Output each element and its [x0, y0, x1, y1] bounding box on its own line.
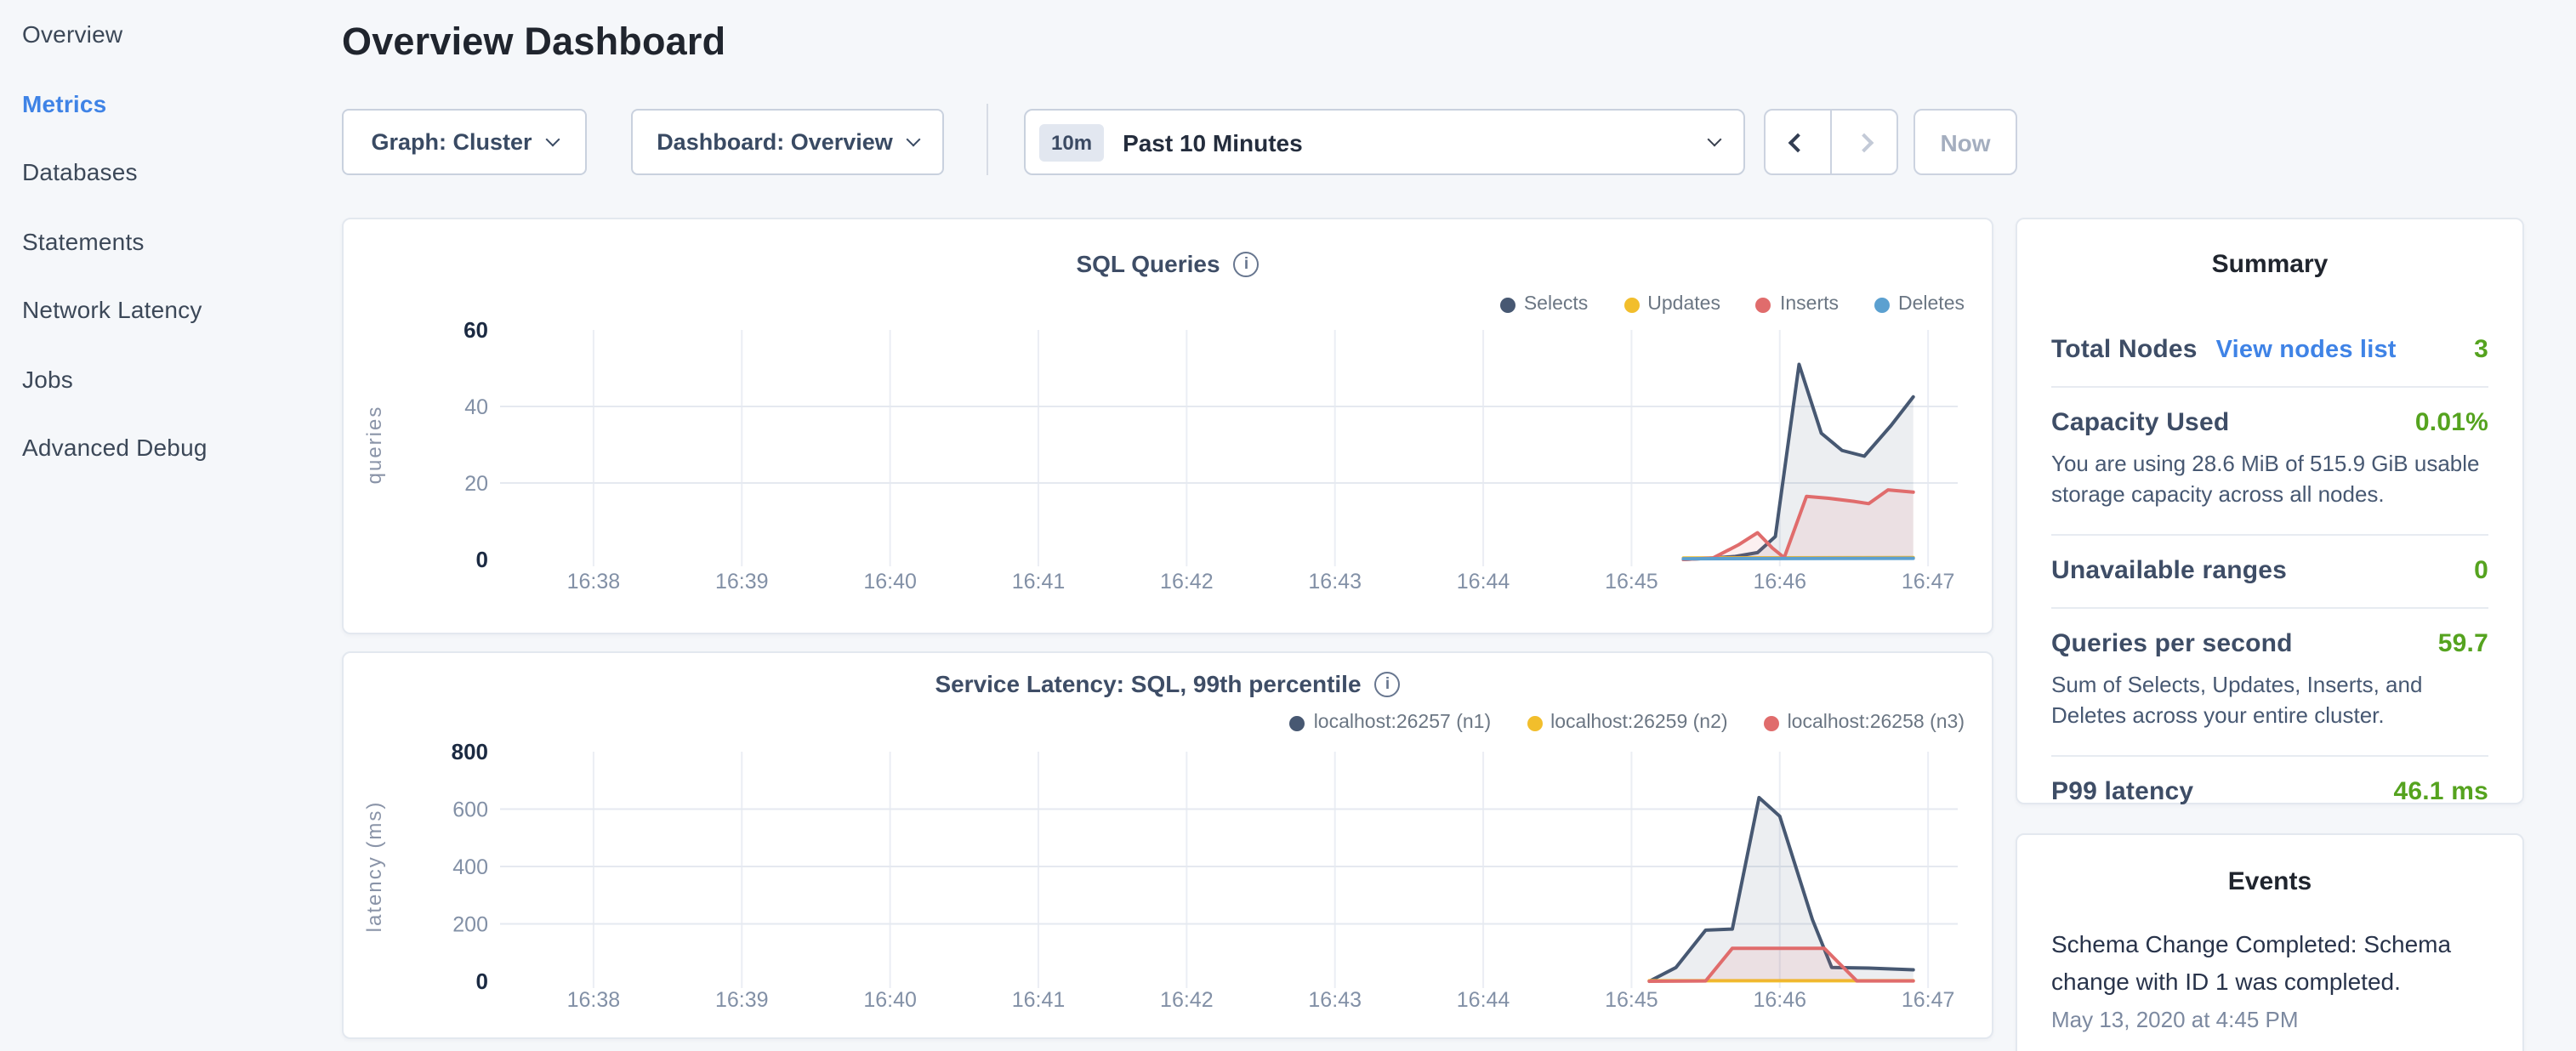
svg-text:16:42: 16:42 [1160, 988, 1214, 1012]
capacity-description: You are using 28.6 MiB of 515.9 GiB usab… [2051, 449, 2488, 512]
sidebar: Overview Metrics Databases Statements Ne… [0, 0, 340, 482]
events-panel: Events Schema Change Completed: Schema c… [2016, 833, 2524, 1051]
page-title: Overview Dashboard [342, 20, 725, 65]
graph-scope-dropdown[interactable]: Graph: Cluster [342, 109, 587, 175]
chevron-down-icon [906, 133, 920, 147]
time-step-forward-button[interactable] [1830, 109, 1898, 175]
app-viewport: Overview Metrics Databases Statements Ne… [0, 0, 2576, 1051]
events-title: Events [2051, 867, 2488, 896]
svg-text:16:43: 16:43 [1308, 988, 1362, 1012]
summary-row-unavailable-ranges: Unavailable ranges 0 [2051, 534, 2488, 607]
sidebar-item-statements[interactable]: Statements [0, 207, 340, 276]
unavailable-ranges-value: 0 [2474, 556, 2488, 585]
dashboard-dropdown[interactable]: Dashboard: Overview [631, 109, 944, 175]
svg-text:16:47: 16:47 [1902, 988, 1955, 1012]
summary-row-p99: P99 latency 46.1 ms [2051, 755, 2488, 828]
svg-text:0: 0 [476, 547, 488, 572]
sidebar-item-network-latency[interactable]: Network Latency [0, 276, 340, 344]
svg-text:600: 600 [452, 798, 488, 822]
capacity-value: 0.01% [2415, 408, 2488, 437]
chevron-left-icon [1788, 133, 1808, 152]
summary-row-total-nodes: Total Nodes View nodes list 3 [2051, 315, 2488, 386]
total-nodes-value: 3 [2474, 335, 2488, 364]
svg-text:16:42: 16:42 [1160, 570, 1214, 594]
now-button[interactable]: Now [1914, 109, 2017, 175]
chevron-down-icon [1708, 133, 1722, 147]
svg-text:16:41: 16:41 [1012, 570, 1066, 594]
summary-panel: Summary Total Nodes View nodes list 3 Ca… [2016, 218, 2524, 804]
svg-text:400: 400 [452, 855, 488, 879]
p99-value: 46.1 ms [2394, 777, 2489, 806]
svg-text:16:38: 16:38 [567, 988, 621, 1012]
time-step-buttons [1764, 109, 1898, 175]
sidebar-item-overview[interactable]: Overview [0, 0, 340, 69]
time-step-back-button[interactable] [1764, 109, 1832, 175]
summary-row-capacity: Capacity Used 0.01% You are using 28.6 M… [2051, 386, 2488, 534]
qps-description: Sum of Selects, Updates, Inserts, and De… [2051, 670, 2488, 733]
event-timestamp: May 13, 2020 at 4:45 PM [2051, 1007, 2488, 1032]
event-message: Schema Change Completed: Schema change w… [2051, 925, 2488, 1002]
service-latency-chart: 16:38 16:39 16:40 16:41 16:42 16:43 16:44 16:45… [344, 653, 1992, 1037]
qps-value: 59.7 [2438, 629, 2488, 658]
svg-text:16:39: 16:39 [715, 988, 769, 1012]
svg-text:16:44: 16:44 [1457, 570, 1510, 594]
sidebar-item-metrics[interactable]: Metrics [0, 69, 340, 138]
svg-text:16:45: 16:45 [1605, 570, 1658, 594]
svg-text:16:40: 16:40 [863, 570, 917, 594]
svg-text:16:38: 16:38 [567, 570, 621, 594]
sidebar-item-databases[interactable]: Databases [0, 138, 340, 207]
time-range-selector[interactable]: 10m Past 10 Minutes [1024, 109, 1745, 175]
sidebar-item-advanced-debug[interactable]: Advanced Debug [0, 413, 340, 482]
graph-scope-dropdown-label: Graph: Cluster [371, 129, 532, 155]
svg-text:16:44: 16:44 [1457, 988, 1510, 1012]
unavailable-ranges-label: Unavailable ranges [2051, 556, 2287, 585]
svg-text:16:46: 16:46 [1753, 988, 1806, 1012]
total-nodes-label: Total Nodes [2051, 335, 2198, 364]
svg-text:20: 20 [464, 472, 488, 496]
sidebar-item-jobs[interactable]: Jobs [0, 344, 340, 413]
svg-text:800: 800 [452, 739, 488, 764]
svg-text:0: 0 [476, 969, 488, 994]
svg-text:16:47: 16:47 [1902, 570, 1955, 594]
dashboard-dropdown-label: Dashboard: Overview [657, 129, 893, 155]
controls-divider [987, 104, 988, 175]
chevron-down-icon [545, 133, 560, 147]
view-nodes-list-link[interactable]: View nodes list [2216, 337, 2397, 364]
svg-text:40: 40 [464, 395, 488, 419]
p99-label: P99 latency [2051, 777, 2193, 806]
svg-text:60: 60 [463, 317, 488, 343]
event-list-item[interactable]: Schema Change Completed: Schema change w… [2051, 925, 2488, 1032]
svg-text:16:39: 16:39 [715, 570, 769, 594]
svg-text:16:43: 16:43 [1308, 570, 1362, 594]
sql-queries-chart: 16:38 16:39 16:40 16:41 16:42 16:43 16:44 16:45… [344, 219, 1992, 633]
summary-title: Summary [2051, 250, 2488, 279]
svg-text:latency (ms): latency (ms) [363, 801, 386, 933]
capacity-label: Capacity Used [2051, 408, 2229, 437]
svg-text:16:40: 16:40 [863, 988, 917, 1012]
sql-queries-chart-card: SQL Queries i SelectsUpdatesInsertsDelet… [342, 218, 1993, 634]
svg-text:16:45: 16:45 [1605, 988, 1658, 1012]
time-range-badge: 10m [1039, 123, 1104, 161]
svg-text:16:41: 16:41 [1012, 988, 1066, 1012]
chevron-right-icon [1855, 133, 1874, 152]
svg-text:200: 200 [452, 913, 488, 937]
qps-label: Queries per second [2051, 629, 2293, 658]
svg-text:16:46: 16:46 [1753, 570, 1806, 594]
svg-text:queries: queries [363, 406, 386, 485]
service-latency-chart-card: Service Latency: SQL, 99th percentile i … [342, 651, 1993, 1039]
time-range-label: Past 10 Minutes [1123, 128, 1303, 156]
summary-row-qps: Queries per second 59.7 Sum of Selects, … [2051, 607, 2488, 755]
